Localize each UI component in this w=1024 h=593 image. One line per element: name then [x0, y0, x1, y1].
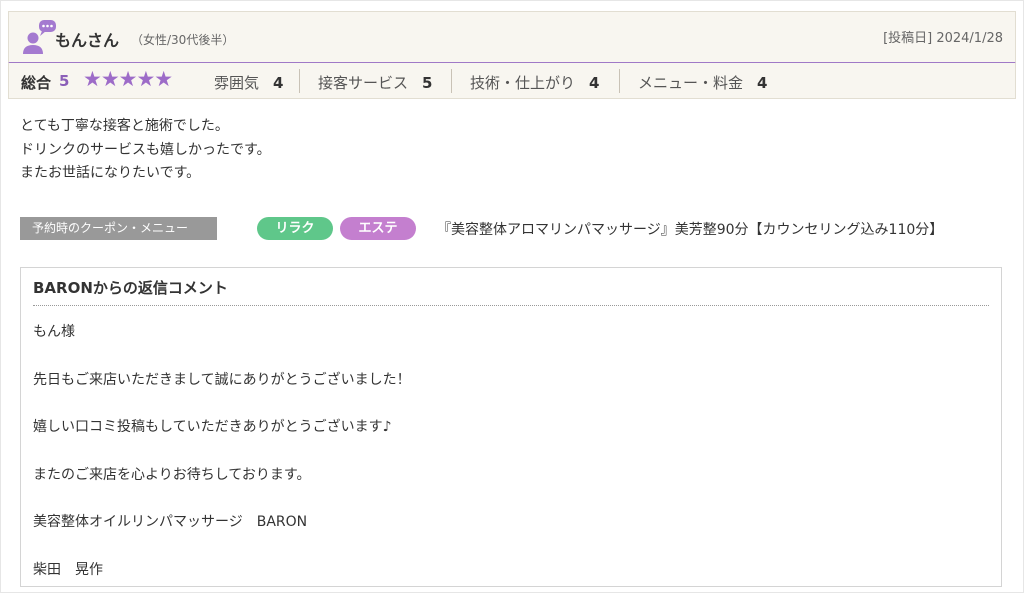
rating-technique-score: 4	[589, 74, 600, 92]
rating-atmosphere-label: 雰囲気	[214, 74, 260, 92]
reply-line: 美容整体オイルリンパマッサージ BARON	[33, 514, 308, 530]
rating-menu-price-label: メニュー・料金	[638, 74, 744, 92]
total-rating-score: 5	[59, 72, 70, 90]
rating-menu-price-score: 4	[757, 74, 768, 92]
total-rating-label: 総合	[21, 74, 52, 92]
reply-line: 柴田 晃作	[33, 561, 103, 578]
rating-divider	[619, 69, 620, 93]
rating-service: 接客サービス 5	[318, 72, 432, 93]
review-body-line: またお世話になりたいです。	[20, 165, 201, 181]
reply-line: もん様	[33, 324, 75, 340]
review-body-line: ドリンクのサービスも嬉しかったです。	[20, 141, 271, 158]
review-card: もんさん （女性/30代後半） [投稿日] 2024/1/28 総合 5 ★★★…	[0, 0, 1024, 593]
shop-reply: BARONからの返信コメント もん様 先日もご来店いただきまして誠にありがとうご…	[20, 267, 1002, 587]
rating-technique-label: 技術・仕上がり	[470, 74, 576, 92]
reply-line: 嬉しい口コミ投稿もしていただきありがとうございます♪	[33, 419, 392, 435]
reviewer-demographic: （女性/30代後半）	[131, 33, 235, 47]
reviewer-name: もんさん	[55, 31, 120, 50]
tag-este: エステ	[340, 217, 416, 240]
rating-bar: 総合 5 ★★★★★ 雰囲気 4 接客サービス 5 技術・仕上がり 4 メニュー・料金…	[8, 63, 1016, 99]
star-rating-icon: ★★★★★	[83, 67, 173, 91]
coupon-menu-name: 『美容整体アロマリンパマッサージ』美芳整90分【カウンセリング込み110分】	[437, 222, 944, 238]
rating-service-score: 5	[422, 74, 433, 92]
reply-title: BARONからの返信コメント	[33, 279, 228, 297]
review-body-line: とても丁寧な接客と施術でした。	[20, 118, 229, 134]
reply-line: またのご来店を心よりお待ちしております。	[33, 466, 311, 483]
reply-body: もん様 先日もご来店いただきまして誠にありがとうございました！ 嬉しい口コミ投稿…	[33, 320, 411, 582]
rating-atmosphere-score: 4	[273, 74, 284, 92]
rating-divider	[451, 69, 452, 93]
post-date: [投稿日] 2024/1/28	[883, 31, 1003, 46]
user-avatar-icon	[21, 18, 57, 56]
rating-technique: 技術・仕上がり 4	[470, 72, 599, 93]
review-body: とても丁寧な接客と施術でした。 ドリンクのサービスも嬉しかったです。 またお世話…	[20, 115, 271, 186]
reply-divider	[33, 305, 989, 306]
rating-service-label: 接客サービス	[318, 74, 409, 92]
reply-line: 先日もご来店いただきまして誠にありがとうございました！	[33, 371, 411, 388]
tag-relax: リラク	[257, 217, 333, 240]
rating-divider	[299, 69, 300, 93]
rating-atmosphere: 雰囲気 4	[214, 72, 283, 93]
review-header: もんさん （女性/30代後半） [投稿日] 2024/1/28	[8, 11, 1016, 64]
coupon-label: 予約時のクーポン・メニュー	[20, 217, 217, 240]
rating-menu-price: メニュー・料金 4	[638, 72, 767, 93]
